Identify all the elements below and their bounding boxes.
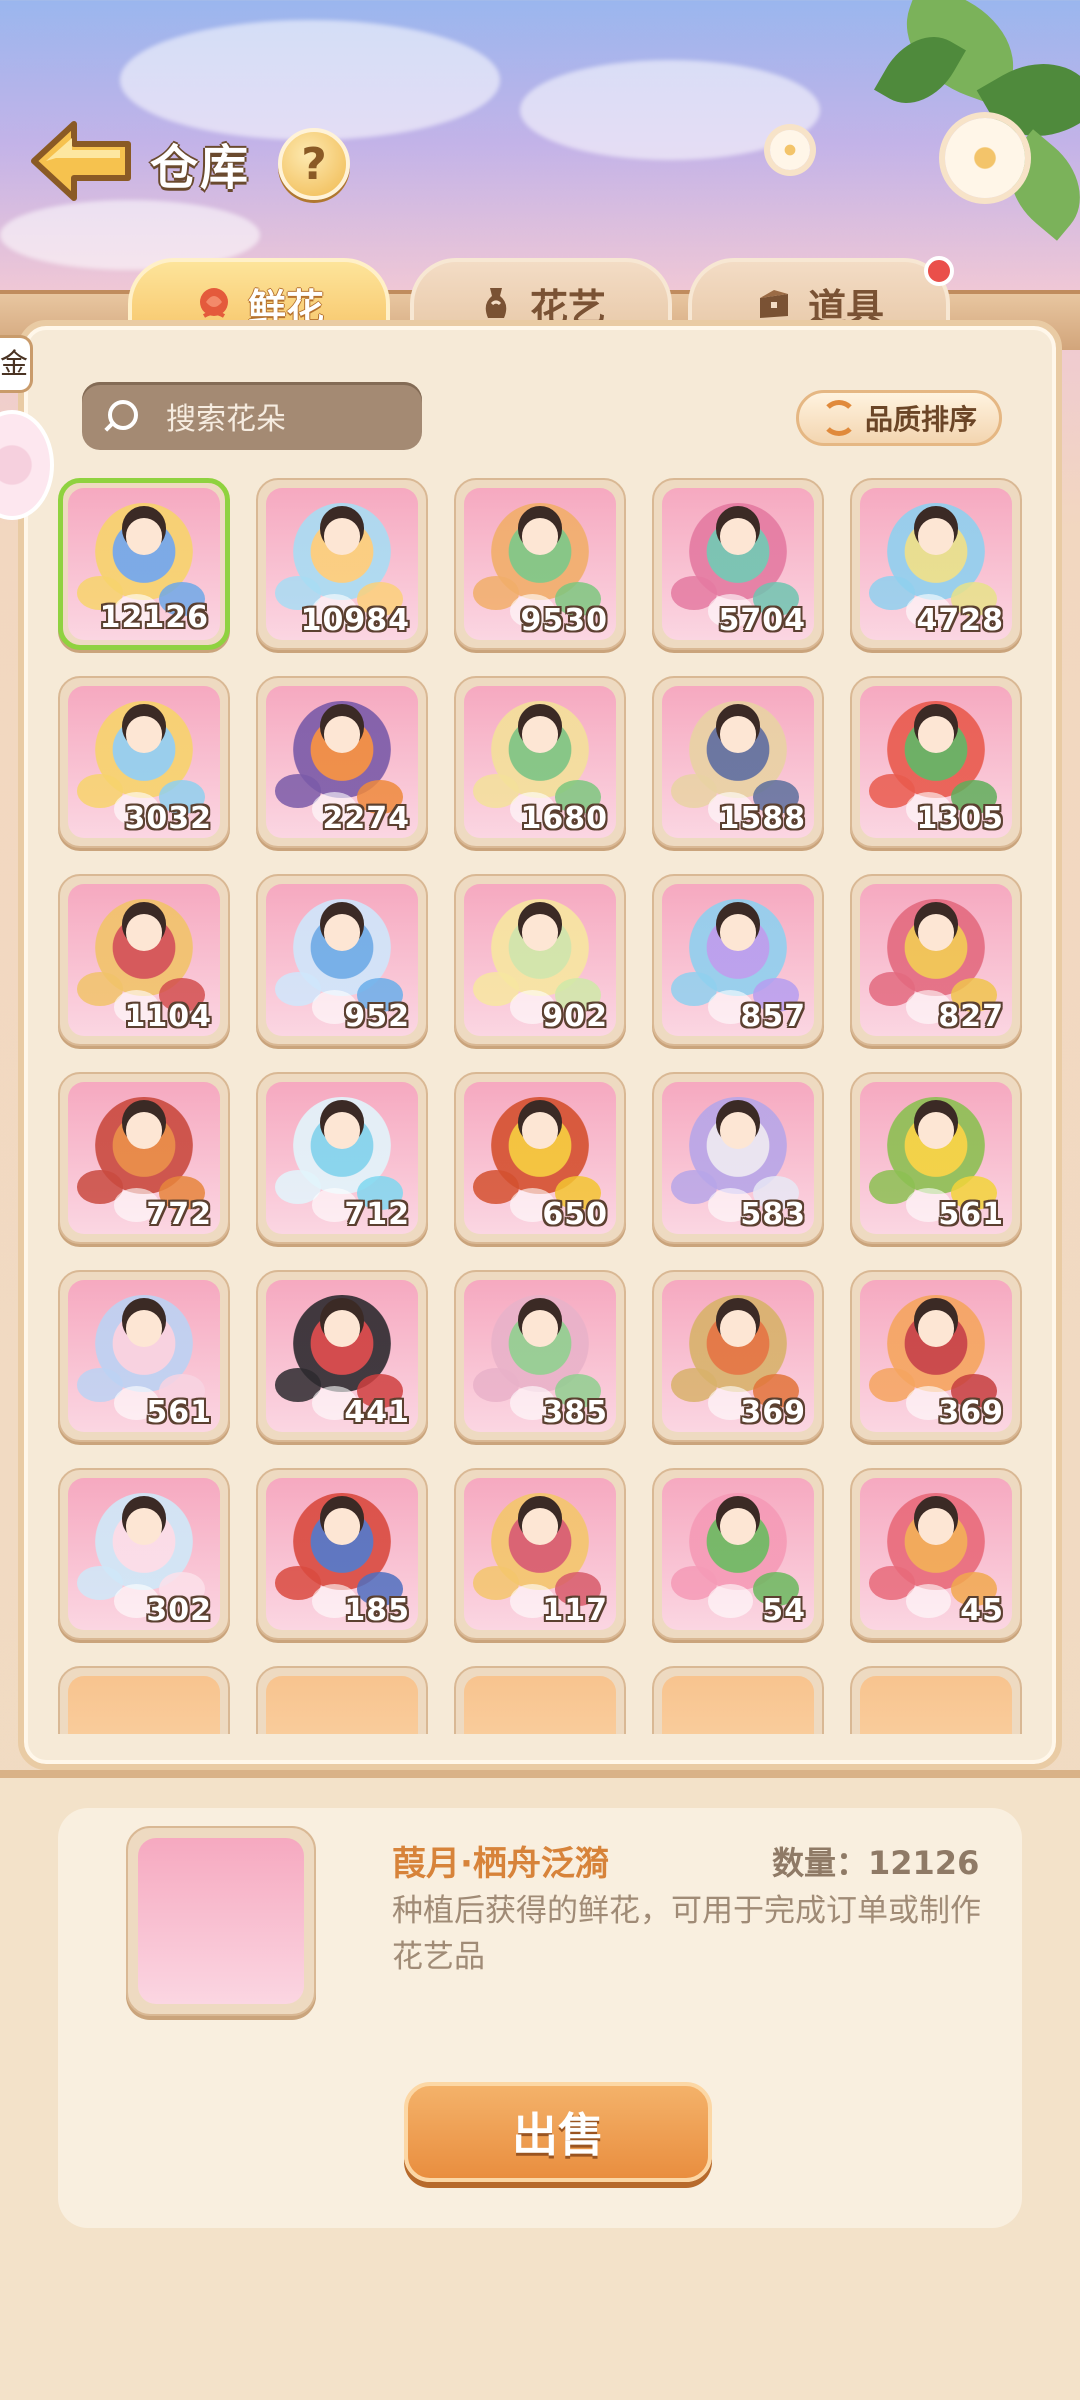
flower-art bbox=[464, 1676, 616, 1734]
flower-item[interactable]: 185 bbox=[256, 1468, 428, 1640]
flower-item[interactable] bbox=[850, 1666, 1022, 1734]
flower-item[interactable]: 857 bbox=[652, 874, 824, 1046]
search-placeholder: 搜索花朵 bbox=[166, 402, 286, 437]
flower-item[interactable]: 54 bbox=[652, 1468, 824, 1640]
flower-count: 1104 bbox=[124, 999, 212, 1034]
flower-count: 12126 bbox=[99, 600, 209, 635]
flower-item[interactable] bbox=[58, 1666, 230, 1734]
flower-item[interactable]: 1104 bbox=[58, 874, 230, 1046]
flower-grid[interactable]: 12126 10984 9530 5704 4728 3032 2274 1680 1588 13… bbox=[58, 478, 1026, 1734]
flower-art bbox=[662, 1676, 814, 1734]
flower-item[interactable]: 2274 bbox=[256, 676, 428, 848]
flower-art bbox=[68, 1676, 220, 1734]
flower-item[interactable]: 583 bbox=[652, 1072, 824, 1244]
flower-count: 827 bbox=[938, 999, 1004, 1034]
flower-item[interactable]: 385 bbox=[454, 1270, 626, 1442]
flower-count: 441 bbox=[344, 1395, 410, 1430]
selected-flower-description: 种植后获得的鲜花，可用于完成订单或制作花艺品 bbox=[392, 1893, 981, 1975]
flower-item[interactable]: 712 bbox=[256, 1072, 428, 1244]
vase-icon bbox=[485, 288, 507, 318]
flower-count: 185 bbox=[344, 1593, 410, 1628]
flower-count: 5704 bbox=[718, 603, 806, 638]
flower-item[interactable]: 117 bbox=[454, 1468, 626, 1640]
flower-art bbox=[266, 1676, 418, 1734]
flower-count: 117 bbox=[542, 1593, 608, 1628]
flower-count: 3032 bbox=[124, 801, 212, 836]
flower-item[interactable]: 1680 bbox=[454, 676, 626, 848]
flower-count: 650 bbox=[542, 1197, 608, 1232]
flower-grid-items: 12126 10984 9530 5704 4728 3032 2274 1680 1588 13… bbox=[58, 478, 1026, 1734]
flower-count: 1680 bbox=[520, 801, 608, 836]
rose-icon bbox=[199, 288, 228, 318]
flower-count: 369 bbox=[938, 1395, 1004, 1430]
flower-count: 902 bbox=[542, 999, 608, 1034]
selected-flower-art bbox=[138, 1838, 304, 2004]
search-icon bbox=[104, 398, 140, 434]
flower-count: 1588 bbox=[718, 801, 806, 836]
flower-item[interactable]: 10984 bbox=[256, 478, 428, 650]
flower-item[interactable]: 1588 bbox=[652, 676, 824, 848]
flower-count: 2274 bbox=[322, 801, 410, 836]
flower-count: 45 bbox=[960, 1593, 1004, 1628]
flower-item[interactable]: 3032 bbox=[58, 676, 230, 848]
flower-count: 10984 bbox=[300, 603, 410, 638]
flower-count: 583 bbox=[740, 1197, 806, 1232]
flower-item[interactable] bbox=[256, 1666, 428, 1734]
sell-button[interactable]: 出售 bbox=[404, 2082, 712, 2182]
search-input[interactable]: 搜索花朵 bbox=[82, 382, 422, 450]
notification-badge bbox=[924, 256, 954, 286]
flower-item[interactable]: 561 bbox=[58, 1270, 230, 1442]
flower-count: 772 bbox=[146, 1197, 212, 1232]
flower-count: 952 bbox=[344, 999, 410, 1034]
flower-item[interactable]: 902 bbox=[454, 874, 626, 1046]
flower-count: 302 bbox=[146, 1593, 212, 1628]
flower-count: 561 bbox=[146, 1395, 212, 1430]
refresh-icon bbox=[820, 400, 857, 436]
flower-count: 1305 bbox=[916, 801, 1004, 836]
flower-item[interactable]: 12126 bbox=[58, 478, 230, 650]
flower-item[interactable]: 561 bbox=[850, 1072, 1022, 1244]
flower-count: 385 bbox=[542, 1395, 608, 1430]
back-arrow-icon bbox=[31, 121, 131, 201]
flower-count: 54 bbox=[762, 1593, 806, 1628]
chest-icon bbox=[759, 290, 788, 318]
cloud-decoration bbox=[120, 20, 500, 140]
flower-item[interactable]: 952 bbox=[256, 874, 428, 1046]
flower-item[interactable]: 827 bbox=[850, 874, 1022, 1046]
flower-count: 369 bbox=[740, 1395, 806, 1430]
back-button[interactable] bbox=[26, 118, 136, 204]
flower-count: 712 bbox=[344, 1197, 410, 1232]
flower-item[interactable]: 1305 bbox=[850, 676, 1022, 848]
flower-item[interactable]: 650 bbox=[454, 1072, 626, 1244]
flower-item[interactable]: 369 bbox=[850, 1270, 1022, 1442]
flower-item[interactable]: 369 bbox=[652, 1270, 824, 1442]
flower-item[interactable]: 4728 bbox=[850, 478, 1022, 650]
flower-item[interactable]: 9530 bbox=[454, 478, 626, 650]
flower-item[interactable]: 302 bbox=[58, 1468, 230, 1640]
flower-item[interactable]: 45 bbox=[850, 1468, 1022, 1640]
flower-count: 4728 bbox=[916, 603, 1004, 638]
flower-count: 857 bbox=[740, 999, 806, 1034]
selected-flower-thumbnail bbox=[126, 1826, 316, 2016]
side-banner[interactable]: 金! bbox=[0, 338, 30, 390]
help-button[interactable]: ? bbox=[278, 128, 350, 200]
selected-flower-name: 葭月·栖舟泛漪 bbox=[392, 1844, 609, 1884]
sort-by-quality-button[interactable]: 品质排序 bbox=[796, 390, 1002, 446]
selected-flower-quantity: 数量：12126 bbox=[772, 1844, 980, 1882]
flower-art bbox=[860, 1676, 1012, 1734]
flower-item[interactable]: 441 bbox=[256, 1270, 428, 1442]
sort-label: 品质排序 bbox=[864, 403, 977, 436]
flower-item[interactable] bbox=[454, 1666, 626, 1734]
flower-item[interactable]: 5704 bbox=[652, 478, 824, 650]
page-title: 仓库 bbox=[150, 140, 251, 196]
flower-count: 561 bbox=[938, 1197, 1004, 1232]
flower-item[interactable]: 772 bbox=[58, 1072, 230, 1244]
flower-count: 9530 bbox=[520, 603, 608, 638]
flower-item[interactable] bbox=[652, 1666, 824, 1734]
